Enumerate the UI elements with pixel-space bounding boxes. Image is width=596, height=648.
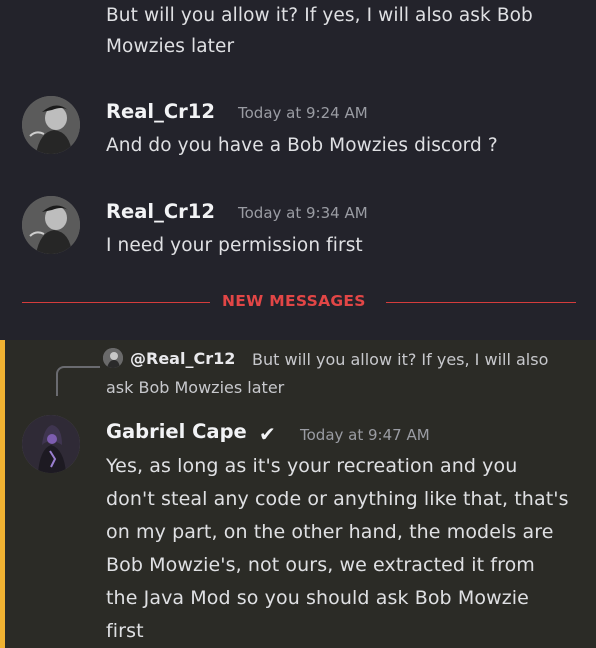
new-messages-divider-line [22,302,210,303]
new-messages-divider-line [386,302,576,303]
timestamp: Today at 9:34 AM [238,204,368,222]
message-text: on my part, on the other hand, the model… [106,521,554,543]
username[interactable]: Real_Cr12 [106,200,215,223]
avatar[interactable] [22,415,80,473]
reply-preview-text[interactable]: ask Bob Mowzies later [106,378,284,397]
avatar[interactable] [22,96,80,154]
avatar[interactable] [22,196,80,254]
message-text: But will you allow it? If yes, I will al… [106,5,533,26]
new-messages-label: NEW MESSAGES [222,292,366,310]
reply-preview-text[interactable]: But will you allow it? If yes, I will al… [252,350,548,369]
reply-spine [56,366,100,396]
message-text: Bob Mowzie's, not ours, we extracted it … [106,554,535,576]
username[interactable]: Real_Cr12 [106,100,215,123]
message-text: first [106,620,144,642]
timestamp: Today at 9:47 AM [300,426,430,444]
reply-author[interactable]: @Real_Cr12 [130,349,235,368]
mention-accent-bar [0,340,5,648]
message-text: the Java Mod so you should ask Bob Mowzi… [106,587,529,609]
reply-avatar[interactable] [103,348,123,368]
checkmark-badge-icon: ✔ [259,422,276,446]
username[interactable]: Gabriel Cape [106,420,247,443]
message-text: I need your permission first [106,235,363,256]
message-text: don't steal any code or anything like th… [106,488,569,510]
message-text: Mowzies later [106,36,235,57]
timestamp: Today at 9:24 AM [238,104,368,122]
message-text: And do you have a Bob Mowzies discord ? [106,135,498,156]
earlier-messages-area [0,0,596,340]
message-text: Yes, as long as it's your recreation and… [106,455,518,477]
